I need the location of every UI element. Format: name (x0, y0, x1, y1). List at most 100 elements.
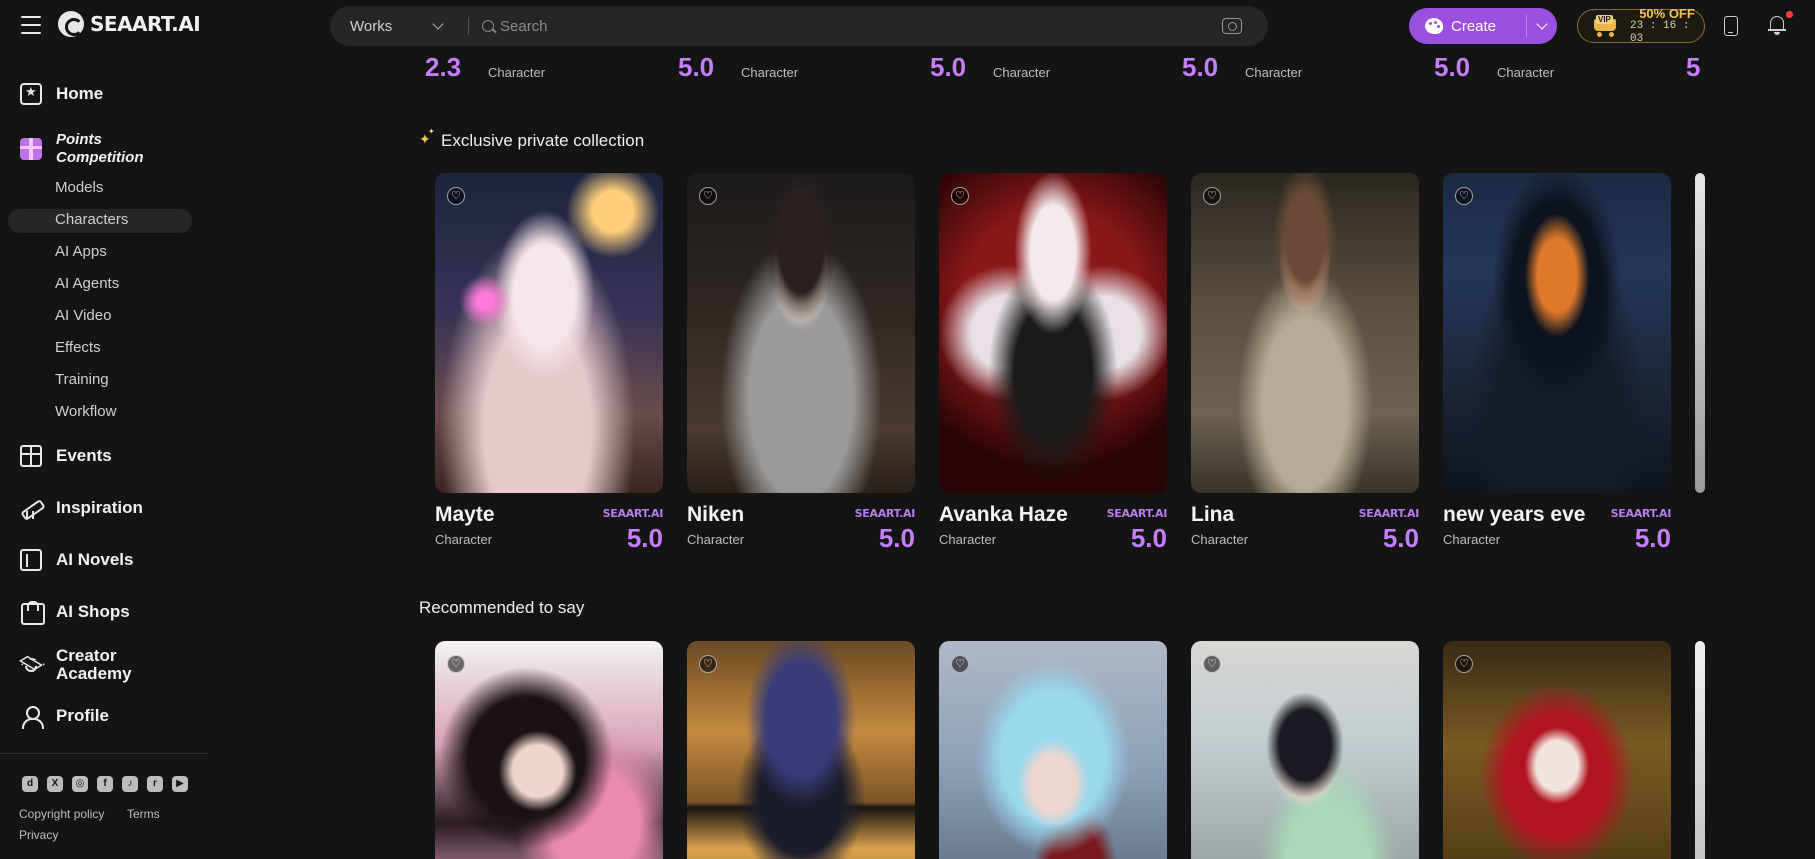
search-type-label: Works (350, 17, 393, 35)
vip-offer-button[interactable]: VIP 50% OFF 23 : 16 : 03 (1577, 7, 1705, 46)
sidebar-item-ai-apps[interactable]: AI Apps (55, 243, 107, 260)
sidebar-item-training[interactable]: Training (55, 371, 109, 388)
character-image[interactable] (939, 173, 1167, 493)
sidebar-item-label: AI Novels (56, 550, 134, 569)
character-card[interactable] (1443, 641, 1671, 859)
youtube-icon[interactable]: ▶ (172, 776, 188, 792)
character-image[interactable] (1191, 173, 1419, 493)
graduation-cap-icon (18, 654, 44, 676)
card-kind: Character (993, 65, 1051, 80)
character-image[interactable] (687, 173, 915, 493)
favorite-icon[interactable] (951, 655, 969, 673)
favorite-icon[interactable] (1203, 655, 1221, 673)
sidebar-item-workflow[interactable]: Workflow (55, 403, 116, 420)
character-name: Avanka Haze (939, 503, 1068, 526)
sidebar-item-models[interactable]: Models (55, 179, 103, 196)
character-card[interactable] (435, 641, 663, 859)
logo[interactable]: SEAART.AI (58, 11, 201, 37)
camera-icon[interactable] (1222, 18, 1242, 34)
character-card[interactable] (939, 641, 1167, 859)
top-row-card[interactable]: 2.3 Character (425, 52, 645, 82)
character-kind: Character (1443, 532, 1501, 547)
character-card[interactable] (1191, 641, 1419, 859)
search-icon (482, 20, 494, 32)
character-image[interactable] (1443, 173, 1671, 493)
character-card[interactable] (687, 641, 915, 859)
x-icon[interactable]: X (47, 776, 63, 792)
sidebar-item-effects[interactable]: Effects (55, 339, 101, 356)
create-button[interactable]: Create (1409, 8, 1557, 44)
character-card[interactable]: Avanka Haze Character SEAART.AI 5.0 (939, 173, 1167, 553)
menu-icon[interactable] (21, 16, 41, 34)
notification-bell-icon[interactable] (1768, 15, 1786, 35)
sidebar-item-label: AI Shops (56, 602, 130, 621)
main-content: 2.3 Character 5.0 Character 5.0 Characte… (208, 52, 1815, 859)
sparkle-icon (419, 127, 435, 148)
favorite-icon[interactable] (1455, 655, 1473, 673)
instagram-icon[interactable]: ◎ (72, 776, 88, 792)
favorite-icon[interactable] (951, 187, 969, 205)
search-type-select[interactable]: Works (350, 6, 444, 46)
character-card-partial[interactable] (1695, 641, 1705, 859)
character-image[interactable] (687, 641, 915, 859)
character-card-partial[interactable] (1695, 173, 1705, 493)
character-name: Mayte (435, 503, 495, 526)
character-kind: Character (435, 532, 493, 547)
sidebar-item-ai-agents[interactable]: AI Agents (55, 275, 119, 292)
top-row-card[interactable]: 5.0 Character (930, 52, 1150, 82)
favorite-icon[interactable] (1455, 187, 1473, 205)
brand-badge: SEAART.AI (602, 507, 664, 520)
palette-icon (1425, 18, 1443, 34)
sidebar-item-creator-academy[interactable]: Creator Academy (18, 646, 146, 683)
tiktok-icon[interactable]: ♪ (122, 776, 138, 792)
favorite-icon[interactable] (699, 655, 717, 673)
character-card[interactable]: Lina Character SEAART.AI 5.0 (1191, 173, 1419, 553)
sidebar-item-label: Creator Academy (56, 646, 132, 683)
privacy-link[interactable]: Privacy (19, 828, 58, 842)
character-card[interactable]: Mayte Character SEAART.AI 5.0 (435, 173, 663, 553)
favorite-icon[interactable] (447, 655, 465, 673)
top-row-card[interactable]: 5.0 Character (1434, 52, 1654, 82)
copyright-policy-link[interactable]: Copyright policy (19, 807, 104, 821)
character-image[interactable] (1695, 641, 1705, 859)
character-card[interactable]: new years eve Character SEAART.AI 5.0 (1443, 173, 1671, 553)
notification-dot (1786, 11, 1793, 18)
sidebar-item-ai-video[interactable]: AI Video (55, 307, 111, 324)
sidebar-item-ai-shops[interactable]: AI Shops (20, 601, 130, 625)
chevron-down-icon (432, 18, 444, 30)
character-image[interactable] (1443, 641, 1671, 859)
vip-text: 50% OFF 23 : 16 : 03 (1630, 7, 1704, 46)
terms-link[interactable]: Terms (127, 807, 160, 821)
sidebar-item-label: Inspiration (56, 498, 143, 517)
favorite-icon[interactable] (447, 187, 465, 205)
sidebar-item-inspiration[interactable]: Inspiration (20, 497, 143, 519)
search-input[interactable] (500, 6, 1200, 46)
sidebar-item-events[interactable]: Events (20, 445, 112, 467)
sidebar-item-points-competition[interactable]: Points Competition (20, 131, 146, 167)
character-image[interactable] (939, 641, 1167, 859)
character-image[interactable] (435, 641, 663, 859)
character-card[interactable]: Niken Character SEAART.AI 5.0 (687, 173, 915, 553)
discord-icon[interactable]: d (22, 776, 38, 792)
character-image[interactable] (1695, 173, 1705, 493)
card-score: 5.0 (678, 52, 715, 82)
favorite-icon[interactable] (699, 187, 717, 205)
facebook-icon[interactable]: f (97, 776, 113, 792)
app-root: SEAART.AI Works Create (0, 0, 1815, 859)
sidebar-item-profile[interactable]: Profile (20, 705, 109, 729)
top-row-card[interactable]: 5.0 Character (1182, 52, 1402, 82)
sidebar-divider (0, 753, 208, 754)
create-dropdown-button[interactable] (1527, 18, 1557, 30)
create-main-button[interactable]: Create (1409, 8, 1526, 44)
sidebar-item-ai-novels[interactable]: AI Novels (20, 549, 133, 571)
character-image[interactable] (1191, 641, 1419, 859)
reddit-icon[interactable]: r (147, 776, 163, 792)
character-kind: Character (939, 532, 997, 547)
character-image[interactable] (435, 173, 663, 493)
mobile-app-icon[interactable] (1724, 16, 1738, 36)
sidebar-item-characters[interactable]: Characters (55, 211, 128, 228)
favorite-icon[interactable] (1203, 187, 1221, 205)
sidebar-item-home[interactable]: Home (20, 83, 103, 105)
top-row-card[interactable]: 5.0 Character (678, 52, 898, 82)
character-kind: Character (1191, 532, 1249, 547)
